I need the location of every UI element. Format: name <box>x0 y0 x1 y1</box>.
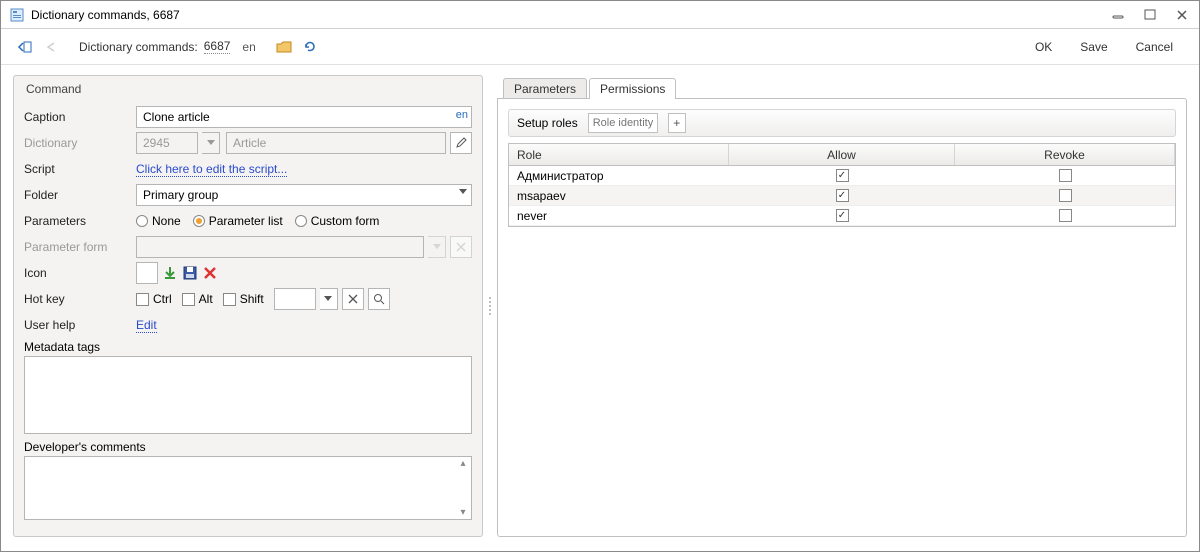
param-form-label: Parameter form <box>24 240 136 254</box>
tab-bar: Parameters Permissions <box>497 75 1187 99</box>
shift-checkbox[interactable] <box>223 293 236 306</box>
revoke-checkbox[interactable] <box>1059 169 1072 182</box>
app-icon <box>9 7 25 23</box>
col-role-header[interactable]: Role <box>509 144 729 165</box>
panel-splitter[interactable] <box>487 75 493 537</box>
command-panel: Command Caption en Dictionary <box>13 75 483 537</box>
hotkey-dropdown[interactable] <box>320 288 338 310</box>
close-button[interactable] <box>1173 8 1191 22</box>
dictionary-label: Dictionary <box>24 136 136 150</box>
metadata-textarea[interactable] <box>24 356 472 434</box>
ctrl-checkbox[interactable] <box>136 293 149 306</box>
allow-cell <box>729 206 955 225</box>
metadata-label: Metadata tags <box>24 340 472 354</box>
app-window: Dictionary commands, 6687 Dictionary com… <box>0 0 1200 552</box>
minimize-button[interactable] <box>1109 8 1127 22</box>
permissions-tab-body: Setup roles + Role Allow Revoke Админист… <box>497 98 1187 537</box>
table-row[interactable]: msapaev <box>509 186 1175 206</box>
param-none-radio[interactable]: None <box>136 214 181 228</box>
ok-button[interactable]: OK <box>1035 40 1052 54</box>
tab-permissions[interactable]: Permissions <box>589 78 676 99</box>
alt-checkbox[interactable] <box>182 293 195 306</box>
revoke-checkbox[interactable] <box>1059 209 1072 222</box>
window-title: Dictionary commands, 6687 <box>31 8 1109 22</box>
folder-icon[interactable] <box>276 39 292 55</box>
breadcrumb-id[interactable]: 6687 <box>204 39 231 54</box>
hotkey-label: Hot key <box>24 292 136 306</box>
userhelp-edit-link[interactable]: Edit <box>136 318 157 333</box>
dictionary-id-dropdown[interactable] <box>202 132 220 154</box>
setup-roles-label: Setup roles <box>517 116 578 130</box>
folder-value: Primary group <box>143 188 218 202</box>
save-button[interactable]: Save <box>1080 40 1107 54</box>
revoke-cell <box>955 206 1175 225</box>
allow-cell <box>729 186 955 205</box>
setup-roles-bar: Setup roles + <box>508 109 1176 137</box>
table-row[interactable]: never <box>509 206 1175 226</box>
save-icon[interactable] <box>182 265 198 281</box>
role-cell: Администратор <box>509 166 729 185</box>
caption-input[interactable] <box>136 106 472 128</box>
maximize-button[interactable] <box>1141 8 1159 22</box>
back-icon[interactable] <box>43 39 59 55</box>
folder-label: Folder <box>24 188 136 202</box>
role-cell: msapaev <box>509 186 729 205</box>
role-identity-input[interactable] <box>588 113 658 133</box>
breadcrumb-lang: en <box>242 40 255 54</box>
revoke-checkbox[interactable] <box>1059 189 1072 202</box>
grid-header: Role Allow Revoke <box>509 144 1175 166</box>
parameters-label: Parameters <box>24 214 136 228</box>
devcomments-scrollbar[interactable]: ▴▾ <box>456 458 470 518</box>
dictionary-edit-button[interactable] <box>450 132 472 154</box>
col-allow-header[interactable]: Allow <box>729 144 955 165</box>
param-form-clear <box>450 236 472 258</box>
devcomments-label: Developer's comments <box>24 440 472 454</box>
hotkey-clear-button[interactable] <box>342 288 364 310</box>
shift-label: Shift <box>240 292 264 306</box>
allow-checkbox[interactable] <box>836 209 849 222</box>
script-label: Script <box>24 162 136 176</box>
param-form-input <box>136 236 424 258</box>
hotkey-key-input[interactable] <box>274 288 316 310</box>
allow-checkbox[interactable] <box>836 169 849 182</box>
right-panel: Parameters Permissions Setup roles + Rol… <box>497 75 1187 537</box>
allow-cell <box>729 166 955 185</box>
revoke-cell <box>955 166 1175 185</box>
download-icon[interactable] <box>162 265 178 281</box>
main-toolbar: Dictionary commands: 6687 en OK Save Can… <box>1 29 1199 65</box>
content-area: Command Caption en Dictionary <box>1 65 1199 551</box>
edit-script-link[interactable]: Click here to edit the script... <box>136 162 287 177</box>
roles-grid: Role Allow Revoke Администраторmsapaevne… <box>508 143 1176 227</box>
caption-label: Caption <box>24 110 136 124</box>
icon-preview <box>136 262 158 284</box>
panel-title: Command <box>24 82 472 96</box>
hotkey-lookup-button[interactable] <box>368 288 390 310</box>
breadcrumb-entity: Dictionary commands: <box>79 40 198 54</box>
folder-select[interactable]: Primary group <box>136 184 472 206</box>
userhelp-label: User help <box>24 318 136 332</box>
breadcrumb: Dictionary commands: 6687 en <box>79 39 256 54</box>
titlebar: Dictionary commands, 6687 <box>1 1 1199 29</box>
ctrl-label: Ctrl <box>153 292 172 306</box>
add-role-button[interactable]: + <box>668 113 686 133</box>
param-form-dropdown <box>428 236 446 258</box>
caption-lang-badge[interactable]: en <box>456 109 468 121</box>
role-cell: never <box>509 206 729 225</box>
collapse-nav-icon[interactable] <box>17 39 33 55</box>
delete-icon[interactable] <box>202 265 218 281</box>
dictionary-id-input <box>136 132 198 154</box>
alt-label: Alt <box>199 292 213 306</box>
allow-checkbox[interactable] <box>836 189 849 202</box>
revoke-cell <box>955 186 1175 205</box>
devcomments-textarea[interactable] <box>24 456 472 520</box>
table-row[interactable]: Администратор <box>509 166 1175 186</box>
tab-parameters[interactable]: Parameters <box>503 78 587 99</box>
col-revoke-header[interactable]: Revoke <box>955 144 1175 165</box>
param-custom-radio[interactable]: Custom form <box>295 214 380 228</box>
dictionary-name-input <box>226 132 446 154</box>
refresh-icon[interactable] <box>302 39 318 55</box>
param-list-radio[interactable]: Parameter list <box>193 214 283 228</box>
icon-label: Icon <box>24 266 136 280</box>
cancel-button[interactable]: Cancel <box>1136 40 1173 54</box>
